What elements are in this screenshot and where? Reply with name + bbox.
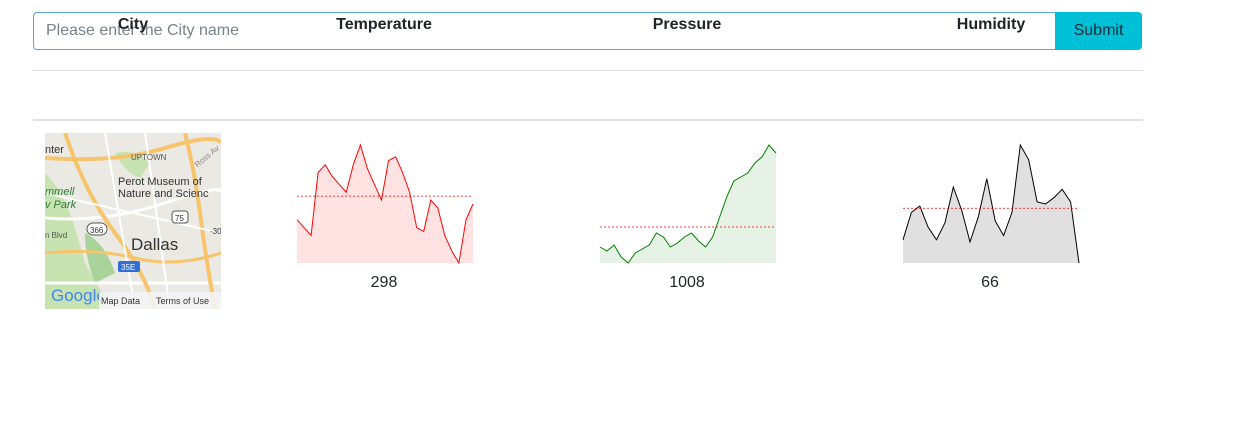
svg-text:Perot Museum of: Perot Museum of xyxy=(118,176,203,188)
svg-text:n Blvd: n Blvd xyxy=(45,231,67,240)
svg-text:v Park: v Park xyxy=(45,199,77,211)
sparkline-area xyxy=(297,145,473,263)
svg-text:366: 366 xyxy=(90,226,104,235)
city-map[interactable]: nter UPTOWN Ross Av Perot Museum of Natu… xyxy=(45,133,221,309)
svg-text:UPTOWN: UPTOWN xyxy=(131,153,167,162)
svg-text:35E: 35E xyxy=(121,263,135,272)
svg-text:Map Data: Map Data xyxy=(101,296,140,306)
header-city: City xyxy=(117,16,149,33)
svg-text:-30: -30 xyxy=(210,227,221,236)
svg-text:Terms of Use: Terms of Use xyxy=(156,296,209,306)
table-header-border xyxy=(33,119,1143,121)
google-logo: Google xyxy=(51,286,106,305)
sparkline-area xyxy=(600,145,776,263)
temperature-sparkline xyxy=(296,143,474,265)
table-top-border xyxy=(33,70,1143,71)
header-humidity: Humidity xyxy=(956,16,1026,33)
svg-text:Dallas: Dallas xyxy=(131,235,178,254)
svg-text:Nature and Scienc: Nature and Scienc xyxy=(118,188,209,200)
pressure-value: 1008 xyxy=(669,274,705,291)
temperature-value: 298 xyxy=(370,274,398,291)
svg-text:nter: nter xyxy=(45,144,64,156)
map-image: nter UPTOWN Ross Av Perot Museum of Natu… xyxy=(45,133,221,309)
humidity-sparkline xyxy=(902,143,1080,264)
svg-text:75: 75 xyxy=(175,214,184,223)
header-temperature: Temperature xyxy=(336,16,432,33)
humidity-value: 66 xyxy=(981,274,999,291)
pressure-sparkline xyxy=(599,144,777,264)
header-pressure: Pressure xyxy=(652,16,722,33)
svg-text:mmell: mmell xyxy=(45,186,75,198)
sparkline-area xyxy=(903,145,1079,263)
